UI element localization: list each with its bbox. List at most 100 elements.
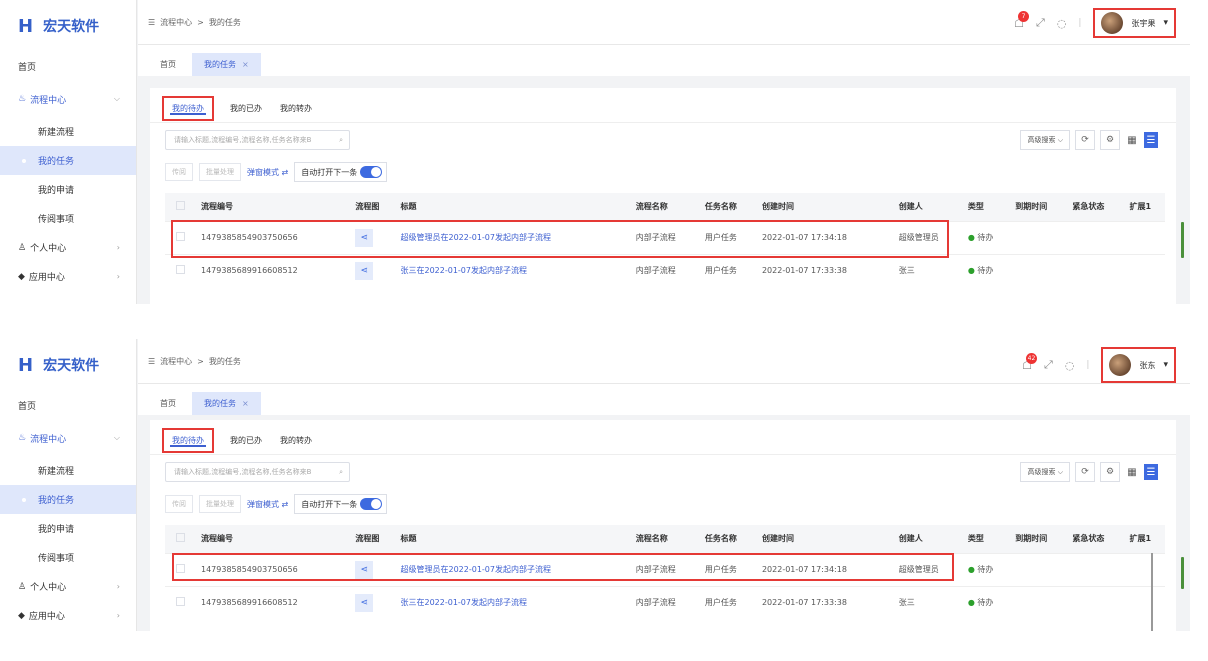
select-all-checkbox[interactable] (175, 201, 185, 211)
row-checkbox[interactable] (175, 564, 185, 573)
batch-button[interactable]: 批量处理 (199, 163, 241, 181)
tab-my-tasks[interactable]: 我的任务 × (192, 392, 261, 415)
advanced-search-button[interactable]: 高级搜索 ⌵ (1020, 462, 1070, 482)
batch-button[interactable]: 批量处理 (199, 495, 241, 513)
settings-icon[interactable]: ⚙ (1100, 462, 1120, 482)
sidebar-item-home[interactable]: 首页 (0, 52, 136, 81)
settings-icon[interactable]: ⚙ (1100, 130, 1120, 150)
chevron-up-icon: ⌵ (113, 433, 120, 442)
brand-logo: H 宏天软件 (0, 339, 136, 391)
list-view-icon[interactable]: ☰ (1144, 464, 1158, 480)
sidebar-item-my-applications[interactable]: 我的申请 (0, 175, 136, 204)
search-input[interactable]: 请输入标题,流程编号,流程名称,任务名称来B ⌕ (165, 462, 350, 482)
transfer-button[interactable]: 传阅 (165, 495, 193, 513)
chevron-right-icon: › (116, 243, 120, 252)
sidebar-item-personal[interactable]: ♙ 个人中心 › (0, 233, 136, 262)
task-title-link[interactable]: 张三在2022-01-07发起内部子流程 (400, 598, 527, 607)
sidebar-item-home[interactable]: 首页 (0, 391, 136, 420)
table-row[interactable]: 1479385854903750656 ⋖ 超级管理员在2022-01-07发起… (165, 552, 1165, 586)
task-title-link[interactable]: 超级管理员在2022-01-07发起内部子流程 (400, 233, 551, 242)
fullscreen-icon[interactable]: ⤢ (1044, 358, 1053, 372)
task-title-link[interactable]: 超级管理员在2022-01-07发起内部子流程 (400, 565, 551, 574)
tab-transferred[interactable]: 我的转办 (278, 96, 314, 121)
tab-done[interactable]: 我的已办 (228, 428, 264, 453)
sidebar-item-new-flow[interactable]: 新建流程 (0, 456, 136, 485)
table-row[interactable]: 1479385689916608512 ⋖ 张三在2022-01-07发起内部子… (165, 585, 1165, 619)
grid-view-icon[interactable]: ▦ (1125, 464, 1139, 480)
refresh-icon[interactable]: ⟳ (1075, 130, 1095, 150)
fullscreen-icon[interactable]: ⤢ (1036, 16, 1045, 30)
toggle-switch[interactable] (360, 498, 383, 510)
sidebar-item-flow-center[interactable]: ♨ 流程中心 ⌵ (0, 420, 136, 456)
logo-icon: H (18, 15, 34, 37)
sidebar-item-new-flow[interactable]: 新建流程 (0, 117, 136, 146)
message-icon[interactable]: ☖ 42 (1022, 352, 1037, 372)
sidebar-item-circulation[interactable]: 传阅事项 (0, 204, 136, 233)
advanced-search-button[interactable]: 高级搜索 ⌵ (1020, 130, 1070, 150)
row-checkbox[interactable] (175, 232, 185, 241)
scrollbar-thumb[interactable] (1181, 222, 1184, 258)
menu-icon[interactable]: ☰ (148, 18, 155, 27)
refresh-icon[interactable]: ⟳ (1075, 462, 1095, 482)
toggle-switch[interactable] (360, 166, 383, 178)
brand-logo: H 宏天软件 (0, 0, 136, 52)
tab-my-tasks[interactable]: 我的任务 × (192, 53, 261, 76)
theme-icon[interactable]: ◌ (1065, 359, 1075, 372)
search-icon[interactable]: ⌕ (339, 136, 343, 145)
menu-icon[interactable]: ☰ (148, 357, 155, 366)
tab-home[interactable]: 首页 (148, 392, 188, 415)
sidebar-item-my-tasks[interactable]: 我的任务 (0, 485, 136, 514)
message-icon[interactable]: ☖ 7 (1014, 10, 1029, 30)
search-input[interactable]: 请输入标题,流程编号,流程名称,任务名称来B ⌕ (165, 130, 350, 150)
brand-name: 宏天软件 (43, 19, 100, 35)
user-menu[interactable]: 张宇果 ▾ (1093, 8, 1176, 38)
tab-todo[interactable]: 我的待办 (162, 96, 214, 121)
task-table: 流程编号 流程图 标题 流程名称 任务名称 创建时间 创建人 类型 到期时间 紧… (165, 525, 1165, 619)
tab-home[interactable]: 首页 (148, 53, 188, 76)
popup-mode-toggle[interactable]: 弹窗模式 ⇄ (247, 499, 288, 510)
sidebar-item-apps[interactable]: ◆ 应用中心 › (0, 601, 136, 630)
task-title-link[interactable]: 张三在2022-01-07发起内部子流程 (400, 266, 527, 275)
close-icon[interactable]: × (242, 60, 249, 69)
auto-open-switch[interactable]: 自动打开下一条 (294, 162, 388, 182)
screenshot-frame-2: H 宏天软件 首页 ♨ 流程中心 ⌵ 新建流程 我的任务 我的申请 传阅事项 ♙ 个人… (0, 339, 1190, 631)
table-row[interactable]: 1479385854903750656 ⋖ 超级管理员在2022-01-07发起… (165, 220, 1165, 254)
status-badge: 待办 (977, 266, 994, 276)
search-icon[interactable]: ⌕ (339, 468, 343, 477)
sidebar: H 宏天软件 首页 ♨ 流程中心 ⌵ 新建流程 我的任务 我的申请 传阅事项 ♙ 个人… (0, 339, 137, 631)
sidebar-item-my-tasks[interactable]: 我的任务 (0, 146, 136, 175)
table-row[interactable]: 1479385689916608512 ⋖ 张三在2022-01-07发起内部子… (165, 253, 1165, 287)
flow-chart-icon[interactable]: ⋖ (355, 228, 374, 247)
sidebar-item-flow-center[interactable]: ♨ 流程中心 ⌵ (0, 81, 136, 117)
scrollbar-thumb[interactable] (1181, 557, 1184, 589)
sidebar-item-personal[interactable]: ♙ 个人中心 › (0, 572, 136, 601)
chevron-right-icon: › (116, 272, 120, 281)
popup-mode-toggle[interactable]: 弹窗模式 ⇄ (247, 167, 288, 178)
grid-view-icon[interactable]: ▦ (1125, 132, 1139, 148)
flow-chart-icon[interactable]: ⋖ (355, 593, 374, 612)
auto-open-switch[interactable]: 自动打开下一条 (294, 494, 388, 514)
row-checkbox[interactable] (175, 265, 185, 275)
flow-icon: ♨ (18, 94, 27, 104)
tab-done[interactable]: 我的已办 (228, 96, 264, 121)
user-icon: ♙ (18, 581, 27, 592)
sidebar-item-apps[interactable]: ◆ 应用中心 › (0, 262, 136, 291)
close-icon[interactable]: × (242, 399, 249, 408)
tab-transferred[interactable]: 我的转办 (278, 428, 314, 453)
breadcrumb: ☰ 流程中心 > 我的任务 (148, 17, 241, 27)
row-checkbox[interactable] (175, 597, 185, 607)
theme-icon[interactable]: ◌ (1057, 17, 1067, 30)
user-menu[interactable]: 张东 ▾ (1101, 347, 1176, 383)
tab-todo[interactable]: 我的待办 (162, 428, 214, 453)
flow-chart-icon[interactable]: ⋖ (355, 261, 374, 280)
user-name: 张宇果 (1131, 18, 1156, 28)
sidebar-item-my-applications[interactable]: 我的申请 (0, 514, 136, 543)
sidebar-item-circulation[interactable]: 传阅事项 (0, 543, 136, 572)
list-view-icon[interactable]: ☰ (1144, 132, 1158, 148)
select-all-checkbox[interactable] (175, 533, 185, 543)
flow-chart-icon[interactable]: ⋖ (355, 560, 374, 579)
transfer-button[interactable]: 传阅 (165, 163, 193, 181)
scrollbar-track[interactable] (1151, 553, 1153, 631)
user-icon: ♙ (18, 242, 27, 253)
chevron-right-icon: › (116, 611, 120, 620)
